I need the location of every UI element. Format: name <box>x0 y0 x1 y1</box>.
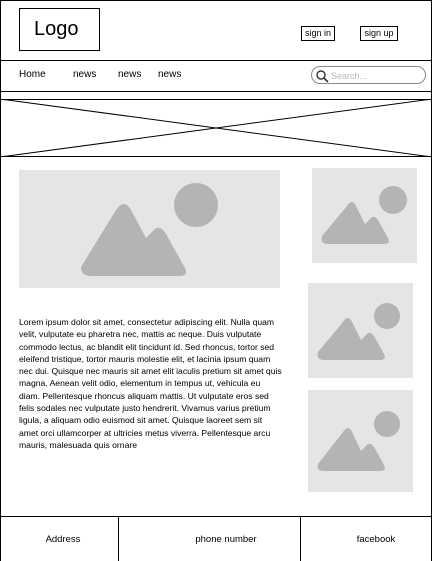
nav-bottom-border <box>0 91 431 92</box>
footer-address[interactable]: Address <box>0 534 126 546</box>
nav-news-1[interactable]: news <box>73 69 96 81</box>
footer-divider-2 <box>300 516 301 561</box>
image-placeholder-icon <box>317 411 400 471</box>
banner-placeholder <box>0 99 432 157</box>
header-bottom-border <box>0 60 431 61</box>
search-icon <box>316 70 329 83</box>
search-box[interactable] <box>311 66 426 84</box>
search-input[interactable] <box>331 69 421 82</box>
footer-facebook-link[interactable]: facebook <box>320 534 432 546</box>
page-right-border <box>431 0 432 561</box>
sidebar-image-2 <box>308 283 413 378</box>
image-placeholder-icon <box>321 186 407 244</box>
footer-phone[interactable]: phone number <box>163 534 289 546</box>
image-placeholder-icon <box>317 303 400 360</box>
footer-top-border <box>0 516 431 517</box>
body-text: Lorem ipsum dolor sit amet, consectetur … <box>19 317 282 450</box>
nav-home[interactable]: Home <box>19 69 46 81</box>
nav-news-3[interactable]: news <box>158 69 181 81</box>
logo[interactable]: Logo <box>19 8 100 51</box>
header-top-border <box>0 0 431 1</box>
image-placeholder-icon <box>81 183 218 276</box>
sign-up-button[interactable]: sign up <box>360 26 398 41</box>
page-left-border <box>0 0 1 561</box>
sidebar-image-3 <box>308 390 413 492</box>
sidebar-image-1 <box>312 168 417 263</box>
nav-news-2[interactable]: news <box>118 69 141 81</box>
main-image <box>19 170 280 288</box>
sign-in-button[interactable]: sign in <box>301 26 335 41</box>
